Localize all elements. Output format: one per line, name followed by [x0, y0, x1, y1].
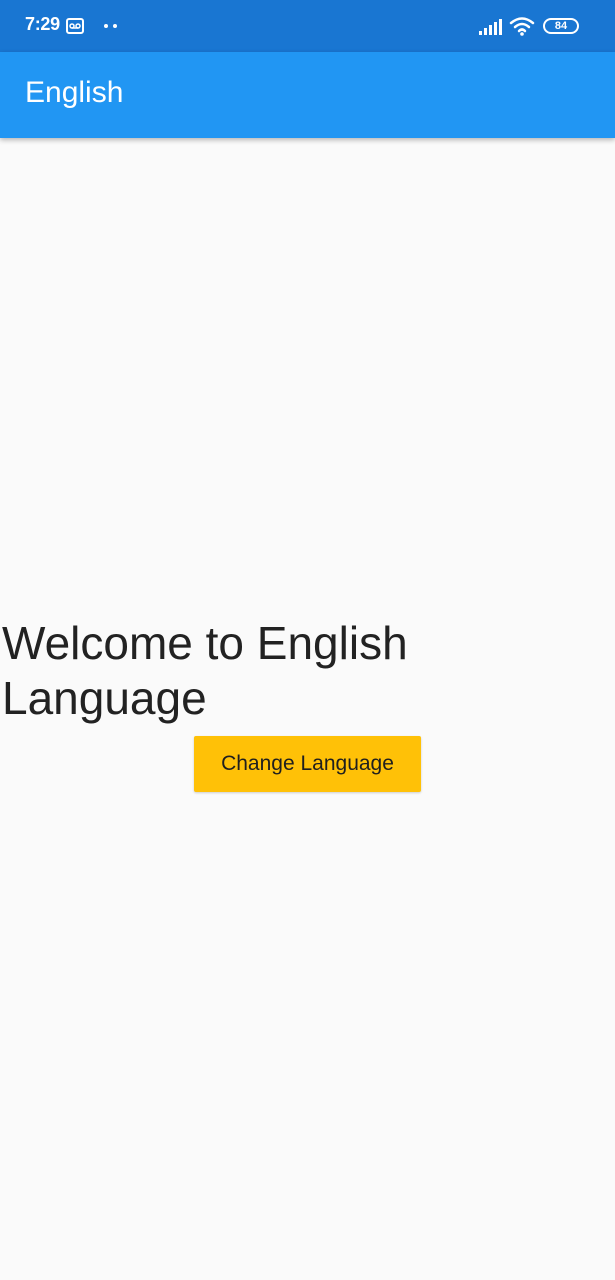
- status-time: 7:29: [25, 14, 60, 34]
- battery-icon: 84: [543, 18, 579, 34]
- wifi-icon: [509, 17, 535, 36]
- change-language-button[interactable]: Change Language: [194, 736, 421, 792]
- signal-icon: [479, 19, 502, 35]
- app-title: English: [25, 76, 124, 109]
- notification-dots-icon: [104, 24, 117, 28]
- status-bar: 7:29 84: [0, 0, 615, 52]
- battery-level: 84: [554, 20, 568, 32]
- voicemail-icon: [66, 18, 84, 34]
- welcome-text: Welcome to English Language: [2, 617, 408, 724]
- app-bar: English: [0, 52, 615, 138]
